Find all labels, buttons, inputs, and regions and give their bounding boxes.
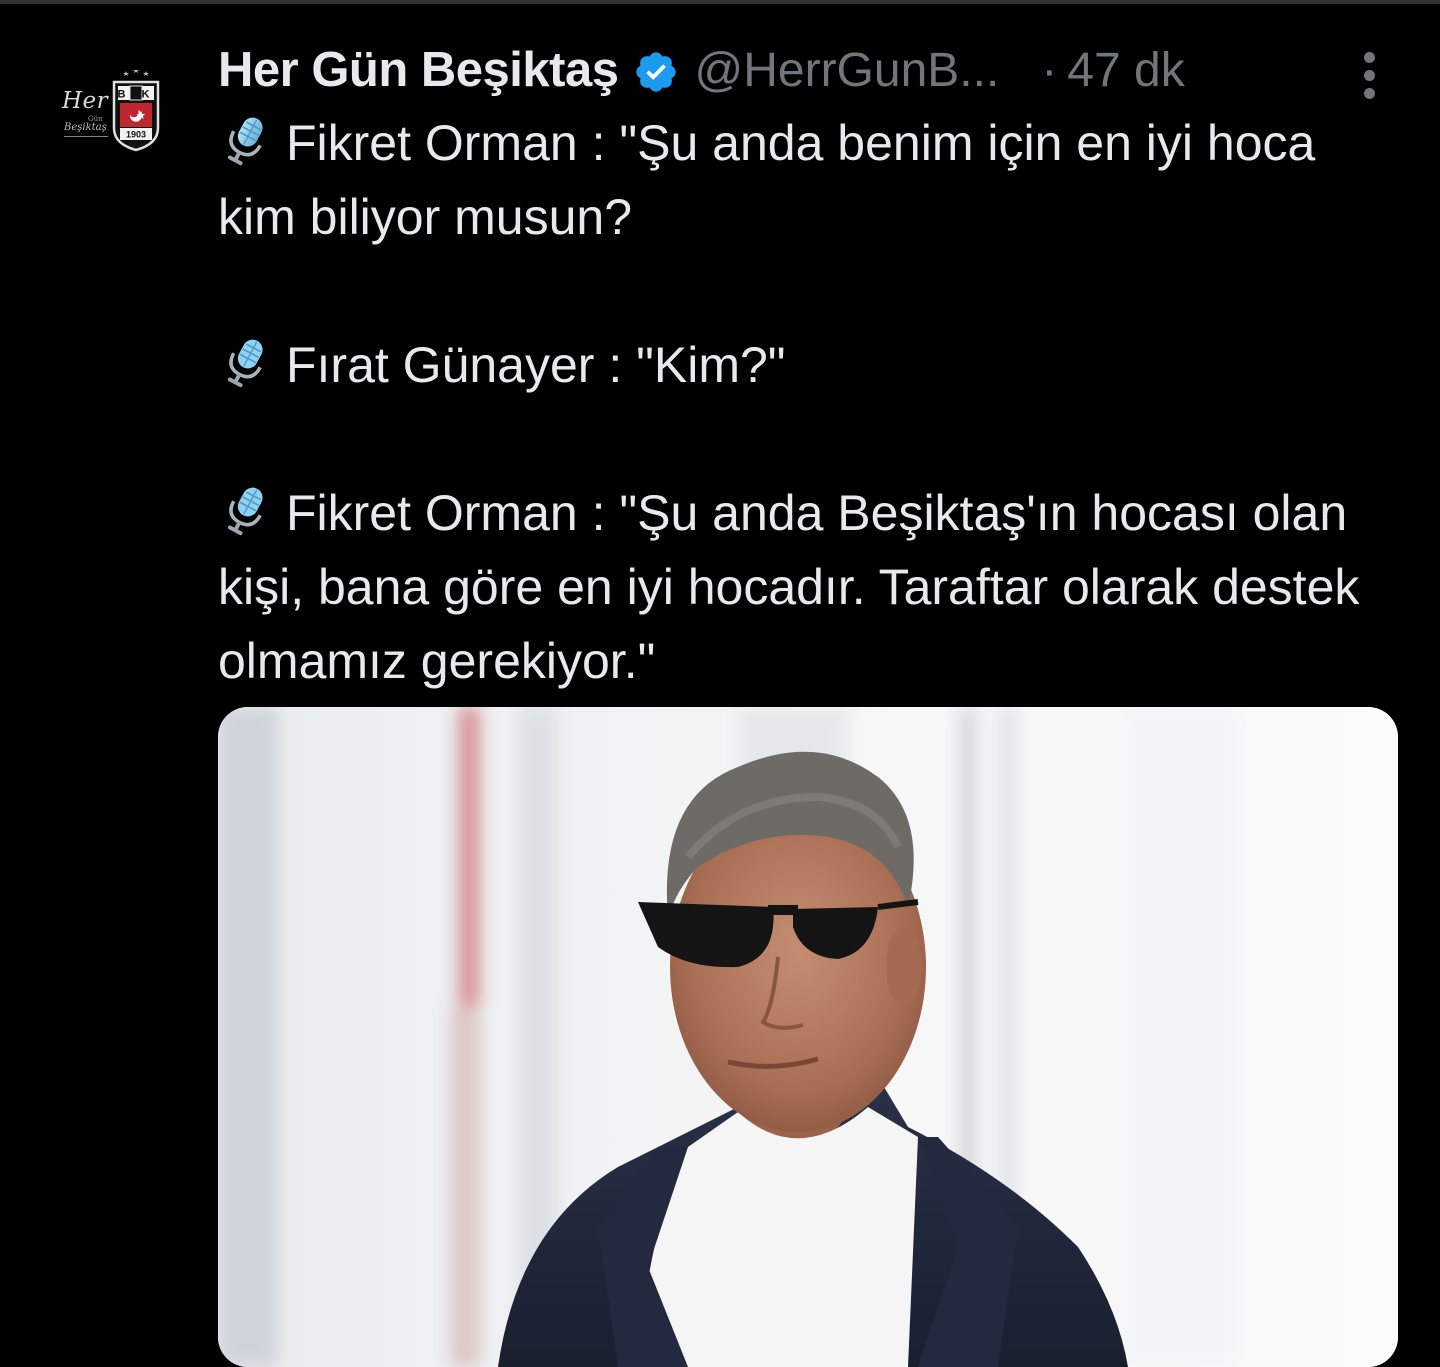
avatar-her-text: Her <box>62 88 109 114</box>
paragraph-text: Fikret Orman : "Şu anda benim için en iy… <box>218 115 1316 245</box>
tweet-media-photo[interactable] <box>218 707 1398 1367</box>
tweet-paragraph-1: Fikret Orman : "Şu anda benim için en iy… <box>218 106 1398 254</box>
tweet-paragraph-2: Fırat Günayer : "Kim?" <box>218 328 1398 402</box>
crest-year: 1903 <box>126 130 146 140</box>
man-in-sunglasses-photo <box>218 707 1398 1367</box>
paragraph-text: Fırat Günayer : "Kim?" <box>286 337 786 393</box>
more-vertical-icon[interactable] <box>1349 48 1393 104</box>
microphone-icon <box>227 339 263 388</box>
microphone-icon <box>227 117 263 166</box>
microphone-icon <box>227 487 263 536</box>
besiktas-crest-icon: BJK 1903 <box>112 70 160 152</box>
avatar[interactable]: Her Gün Beşiktaş BJK 1903 <box>58 64 168 154</box>
verified-badge-icon[interactable] <box>633 49 679 95</box>
paragraph-text: Fikret Orman : "Şu anda Beşiktaş'ın hoca… <box>218 485 1360 689</box>
avatar-besiktas-text: Beşiktaş <box>64 122 107 133</box>
crest-letters: BJK <box>117 89 154 101</box>
tweet-paragraph-3: Fikret Orman : "Şu anda Beşiktaş'ın hoca… <box>218 476 1398 698</box>
tweet[interactable]: Her Gün Beşiktaş BJK 1903 Her Gün Beşikt… <box>0 4 1440 1367</box>
user-handle[interactable]: @HerrGunB... <box>695 43 1000 98</box>
separator-dot: · <box>1041 43 1058 97</box>
timestamp[interactable]: 47 dk <box>1067 43 1184 98</box>
avatar-underline <box>64 136 108 137</box>
display-name[interactable]: Her Gün Beşiktaş <box>218 42 619 98</box>
tweet-text: Fikret Orman : "Şu anda benim için en iy… <box>218 106 1398 698</box>
tweet-header: Her Gün Beşiktaş @HerrGunB... · 47 dk <box>218 40 1398 100</box>
